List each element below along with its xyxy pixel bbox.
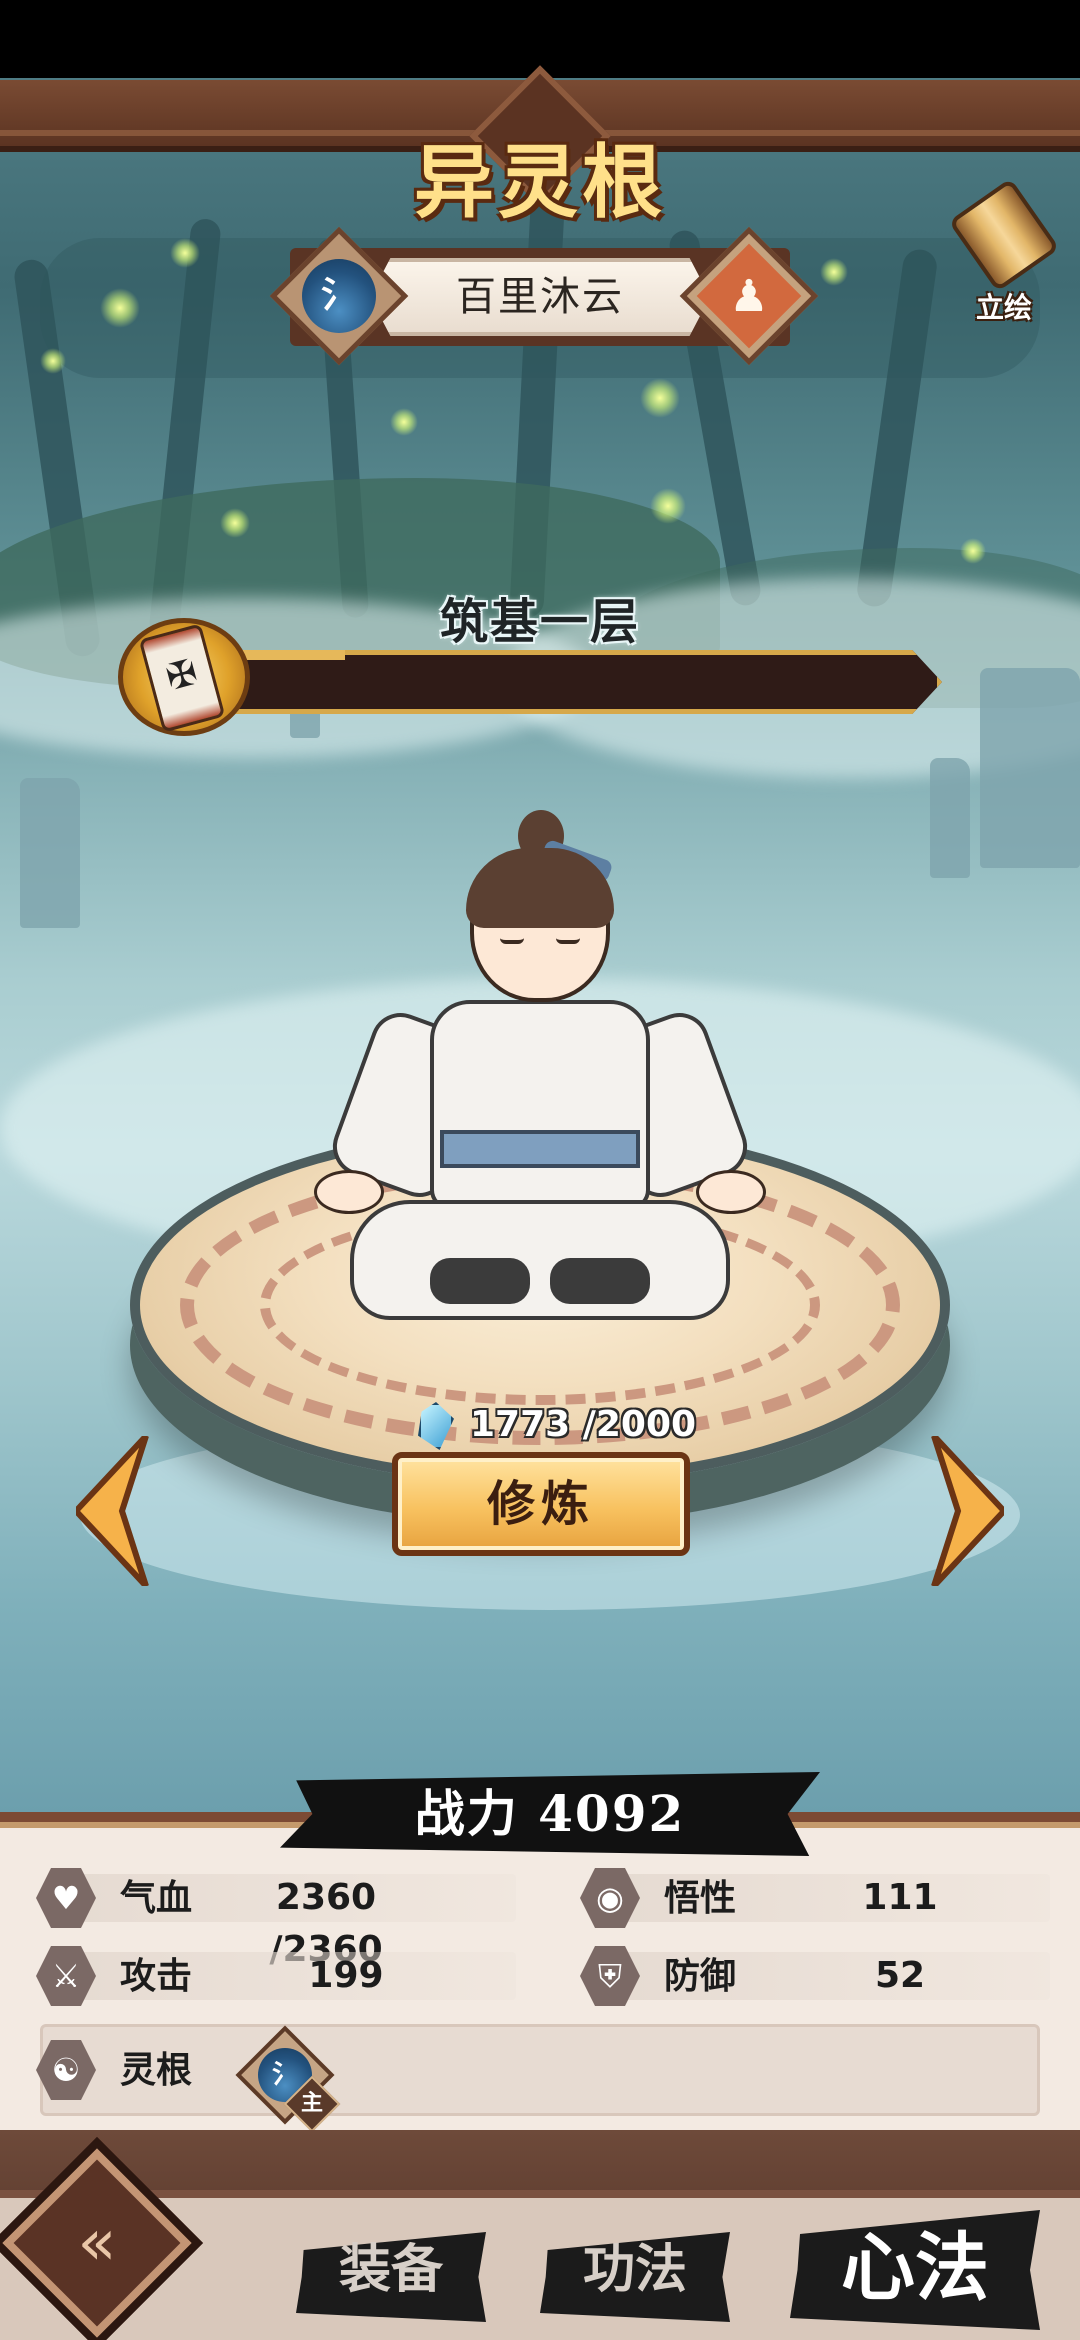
stat-defense-label: 防御 <box>664 1955 737 1997</box>
cultivate-label: 修炼 <box>486 1476 595 1532</box>
firefly <box>220 508 250 538</box>
realm-label: 筑基一层 <box>439 594 640 650</box>
stat-attack: ⚔ 攻击 199 <box>36 1946 516 2006</box>
stat-hp: ♥ 气血 2360 /2360 <box>36 1868 516 1970</box>
firefly <box>100 288 140 328</box>
firefly <box>960 538 986 564</box>
right-foot <box>550 1258 650 1304</box>
belt <box>440 1130 640 1168</box>
tab-skills[interactable]: 功法 <box>540 2222 730 2318</box>
stat-attack-label: 攻击 <box>120 1955 193 1997</box>
portrait-label: 立绘 <box>975 291 1032 324</box>
firefly <box>170 238 200 268</box>
robe <box>430 1000 650 1210</box>
rock-spire <box>930 758 970 878</box>
firefly <box>650 488 686 524</box>
page-title: 异灵根 <box>414 135 666 229</box>
rock-spire <box>980 668 1080 868</box>
stat-defense-value: 52 <box>874 1955 926 1996</box>
stat-defense: ⛨ 防御 52 <box>580 1946 1050 2006</box>
left-hand <box>314 1170 384 1214</box>
stat-attack-value: 199 <box>308 1955 384 1996</box>
tab-equipment[interactable]: 装备 <box>296 2222 486 2318</box>
character-name: 百里沐云 <box>456 274 624 320</box>
crossed-legs <box>350 1200 730 1320</box>
yin-yang-icon: ☯ <box>36 2040 96 2100</box>
previous-arrow-icon[interactable] <box>71 1433 156 1589</box>
character-meditating[interactable] <box>314 810 766 1330</box>
return-icon: « <box>77 2206 117 2280</box>
tab-mind-method[interactable]: 心法 <box>790 2208 1040 2328</box>
rock-spire <box>20 778 80 928</box>
figure-icon[interactable]: ♟ <box>712 262 786 332</box>
stat-hp-value: 2360 /2360 <box>269 1877 383 1970</box>
cultivation-progress-bar <box>200 650 942 714</box>
stat-hp-label: 气血 <box>120 1877 193 1919</box>
stat-insight-label: 悟性 <box>664 1877 737 1919</box>
cultivate-button[interactable]: 修炼 <box>392 1452 690 1556</box>
right-hand <box>696 1170 766 1214</box>
firefly <box>640 378 680 418</box>
scroll-icon <box>948 177 1060 293</box>
eye <box>500 938 524 944</box>
firefly <box>40 348 66 374</box>
main-root-label: 主 <box>300 2091 323 2116</box>
eye <box>556 938 580 944</box>
exp-counter: 1773 /2000 <box>470 1404 697 1445</box>
next-arrow-icon[interactable] <box>924 1433 1009 1589</box>
stat-insight: ◉ 悟性 111 <box>580 1868 1050 1928</box>
firefly <box>820 258 848 286</box>
spirit-root-label: 灵根 <box>120 2049 193 2091</box>
portrait-button[interactable]: 立绘 <box>944 177 1064 324</box>
water-element-icon[interactable]: 氵 <box>302 259 376 333</box>
spirit-root-row: ☯ 灵根 <box>36 2040 236 2100</box>
stat-insight-value: 111 <box>862 1877 938 1918</box>
firefly <box>390 408 418 436</box>
left-foot <box>430 1258 530 1304</box>
combat-power: 战力 4092 <box>414 1784 686 1843</box>
